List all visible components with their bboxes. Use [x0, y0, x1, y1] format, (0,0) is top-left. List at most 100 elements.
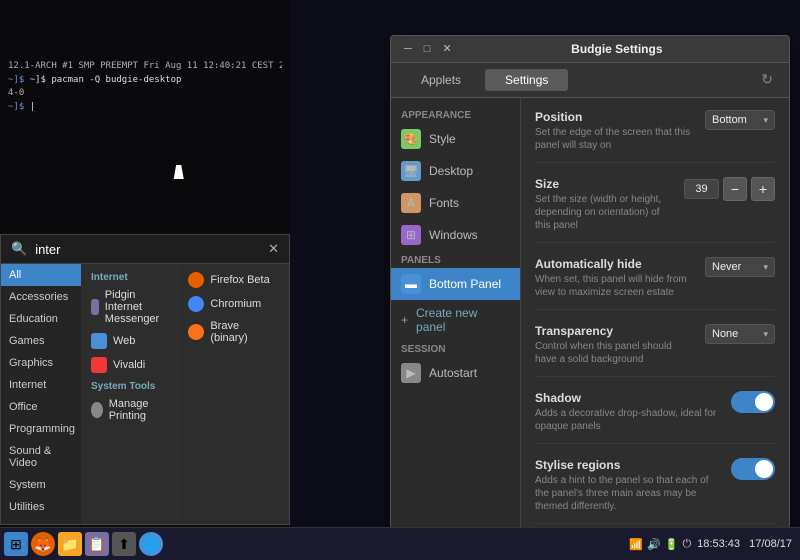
shadow-control[interactable]: ON [731, 391, 775, 413]
taskbar-firefox-icon[interactable]: 🦊 [31, 532, 55, 556]
chromium-label: Chromium [210, 298, 261, 310]
setting-size: Size Set the size (width or height, depe… [535, 177, 775, 243]
nav-item-desktop[interactable]: 🖥 Desktop [391, 155, 520, 187]
power-icon: ⏻ [682, 538, 691, 551]
window-maximize-button[interactable]: □ [421, 44, 434, 55]
term-line-4: ~]$ | [8, 101, 282, 115]
stylise-toggle[interactable]: ON [731, 458, 775, 480]
nav-item-style[interactable]: 🎨 Style [391, 123, 520, 155]
clock-time: 18:53:43 [697, 538, 740, 550]
size-desc: Set the size (width or height, depending… [535, 193, 674, 232]
brave-icon [188, 324, 204, 340]
search-clear-icon[interactable]: ✕ [268, 241, 279, 257]
window-minimize-button[interactable]: ─ [401, 44, 415, 55]
setting-stylise-regions: Stylise regions Adds a hint to the panel… [535, 458, 775, 524]
nav-windows-label: Windows [429, 228, 478, 242]
stylise-toggle-knob [755, 460, 773, 478]
setting-position: Position Set the edge of the screen that… [535, 110, 775, 163]
size-increase-button[interactable]: + [751, 177, 775, 201]
budgie-settings-window[interactable]: ─ □ ✕ Budgie Settings Applets Settings ↻… [390, 35, 790, 529]
window-close-button[interactable]: ✕ [439, 44, 454, 55]
auto-hide-control[interactable]: Never ▾ [705, 257, 775, 277]
app-printing[interactable]: Manage Printing [81, 394, 177, 426]
panel-nav[interactable]: Appearance 🎨 Style 🖥 Desktop A Fonts ⊞ W… [391, 98, 521, 528]
size-control[interactable]: 39 − + [684, 177, 775, 201]
taskbar: ⊞ 🦊 📁 📋 ⬆ 🌐 📶 🔊 🔋 ⏻ 18:53:43 17/08/17 [0, 527, 800, 560]
category-all[interactable]: All [1, 264, 81, 286]
menu-section-right: Firefox Beta Chromium Brave (binary) [177, 264, 289, 524]
nav-section-appearance: Appearance [391, 106, 520, 123]
auto-hide-label: Automatically hide [535, 257, 695, 271]
nav-create-panel-button[interactable]: + Create new panel [391, 300, 520, 340]
vivaldi-label: Vivaldi [113, 359, 145, 371]
nav-item-windows[interactable]: ⊞ Windows [391, 219, 520, 251]
system-tray[interactable]: 📶 🔊 🔋 ⏻ [629, 538, 691, 551]
section-title-system-tools: System Tools [81, 377, 177, 394]
taskbar-start-icon[interactable]: ⊞ [4, 532, 28, 556]
window-tabs[interactable]: Applets Settings ↻ [391, 63, 789, 98]
auto-hide-dropdown[interactable]: Never ▾ [705, 257, 775, 277]
size-decrease-button[interactable]: − [723, 177, 747, 201]
refresh-icon[interactable]: ↻ [755, 69, 779, 91]
shadow-desc: Adds a decorative drop-shadow, ideal for… [535, 407, 721, 433]
taskbar-network-icon[interactable]: 🌐 [139, 532, 163, 556]
nav-item-autostart[interactable]: ▶ Autostart [391, 357, 520, 389]
taskbar-app3-icon[interactable]: 📋 [85, 532, 109, 556]
chevron-down-icon: ▾ [763, 329, 768, 340]
nav-item-fonts[interactable]: A Fonts [391, 187, 520, 219]
firefox-icon [188, 272, 204, 288]
app-firefox-beta[interactable]: Firefox Beta [178, 268, 289, 292]
app-web[interactable]: Web [81, 329, 177, 353]
window-controls[interactable]: ─ □ ✕ [401, 44, 455, 55]
bottom-panel-icon: ▬ [401, 274, 421, 294]
nav-create-panel-label: Create new panel [416, 306, 510, 334]
search-bar[interactable]: 🔍 ✕ [1, 235, 289, 264]
nav-autostart-label: Autostart [429, 366, 477, 380]
position-control[interactable]: Bottom ▾ [705, 110, 775, 130]
stylise-control[interactable]: ON [731, 458, 775, 480]
taskbar-app4-icon[interactable]: ⬆ [112, 532, 136, 556]
category-graphics[interactable]: Graphics [1, 352, 81, 374]
category-utilities[interactable]: Utilities [1, 496, 81, 518]
tab-settings[interactable]: Settings [485, 69, 568, 91]
window-titlebar: ─ □ ✕ Budgie Settings [391, 36, 789, 63]
category-other[interactable]: Other [1, 518, 81, 524]
search-input[interactable] [35, 242, 260, 257]
app-menu[interactable]: 🔍 ✕ All Accessories Education Games Grap… [0, 234, 290, 525]
app-pidgin[interactable]: Pidgin Internet Messenger [81, 285, 177, 329]
nav-fonts-label: Fonts [429, 196, 459, 210]
transparency-control[interactable]: None ▾ [705, 324, 775, 344]
clock-date: 17/08/17 [749, 538, 792, 550]
speaker-icon: 🔊 [647, 538, 661, 551]
battery-icon: 🔋 [665, 538, 679, 551]
category-games[interactable]: Games [1, 330, 81, 352]
nav-desktop-label: Desktop [429, 164, 473, 178]
app-vivaldi[interactable]: Vivaldi [81, 353, 177, 377]
category-sound-video[interactable]: Sound & Video [1, 440, 81, 474]
menu-body: All Accessories Education Games Graphics… [1, 264, 289, 524]
position-dropdown[interactable]: Bottom ▾ [705, 110, 775, 130]
category-internet[interactable]: Internet [1, 374, 81, 396]
shadow-toggle[interactable]: ON [731, 391, 775, 413]
windows-icon: ⊞ [401, 225, 421, 245]
category-system[interactable]: System [1, 474, 81, 496]
clock-display: 18:53:43 17/08/17 [697, 538, 792, 550]
app-brave[interactable]: Brave (binary) [178, 316, 289, 348]
transparency-label: Transparency [535, 324, 695, 338]
app-chromium[interactable]: Chromium [178, 292, 289, 316]
tab-applets[interactable]: Applets [401, 69, 481, 91]
shadow-toggle-knob [755, 393, 773, 411]
category-education[interactable]: Education [1, 308, 81, 330]
vivaldi-icon [91, 357, 107, 373]
terminal-content: 12.1-ARCH #1 SMP PREEMPT Fri Aug 11 12:4… [0, 0, 290, 122]
position-desc: Set the edge of the screen that this pan… [535, 126, 695, 152]
taskbar-left[interactable]: ⊞ 🦊 📁 📋 ⬆ 🌐 [0, 532, 167, 556]
nav-item-bottom-panel[interactable]: ▬ Bottom Panel [391, 268, 520, 300]
category-programming[interactable]: Programming [1, 418, 81, 440]
category-accessories[interactable]: Accessories [1, 286, 81, 308]
menu-categories[interactable]: All Accessories Education Games Graphics… [1, 264, 81, 524]
category-office[interactable]: Office [1, 396, 81, 418]
taskbar-files-icon[interactable]: 📁 [58, 532, 82, 556]
auto-hide-desc: When set, this panel will hide from view… [535, 273, 695, 299]
transparency-dropdown[interactable]: None ▾ [705, 324, 775, 344]
